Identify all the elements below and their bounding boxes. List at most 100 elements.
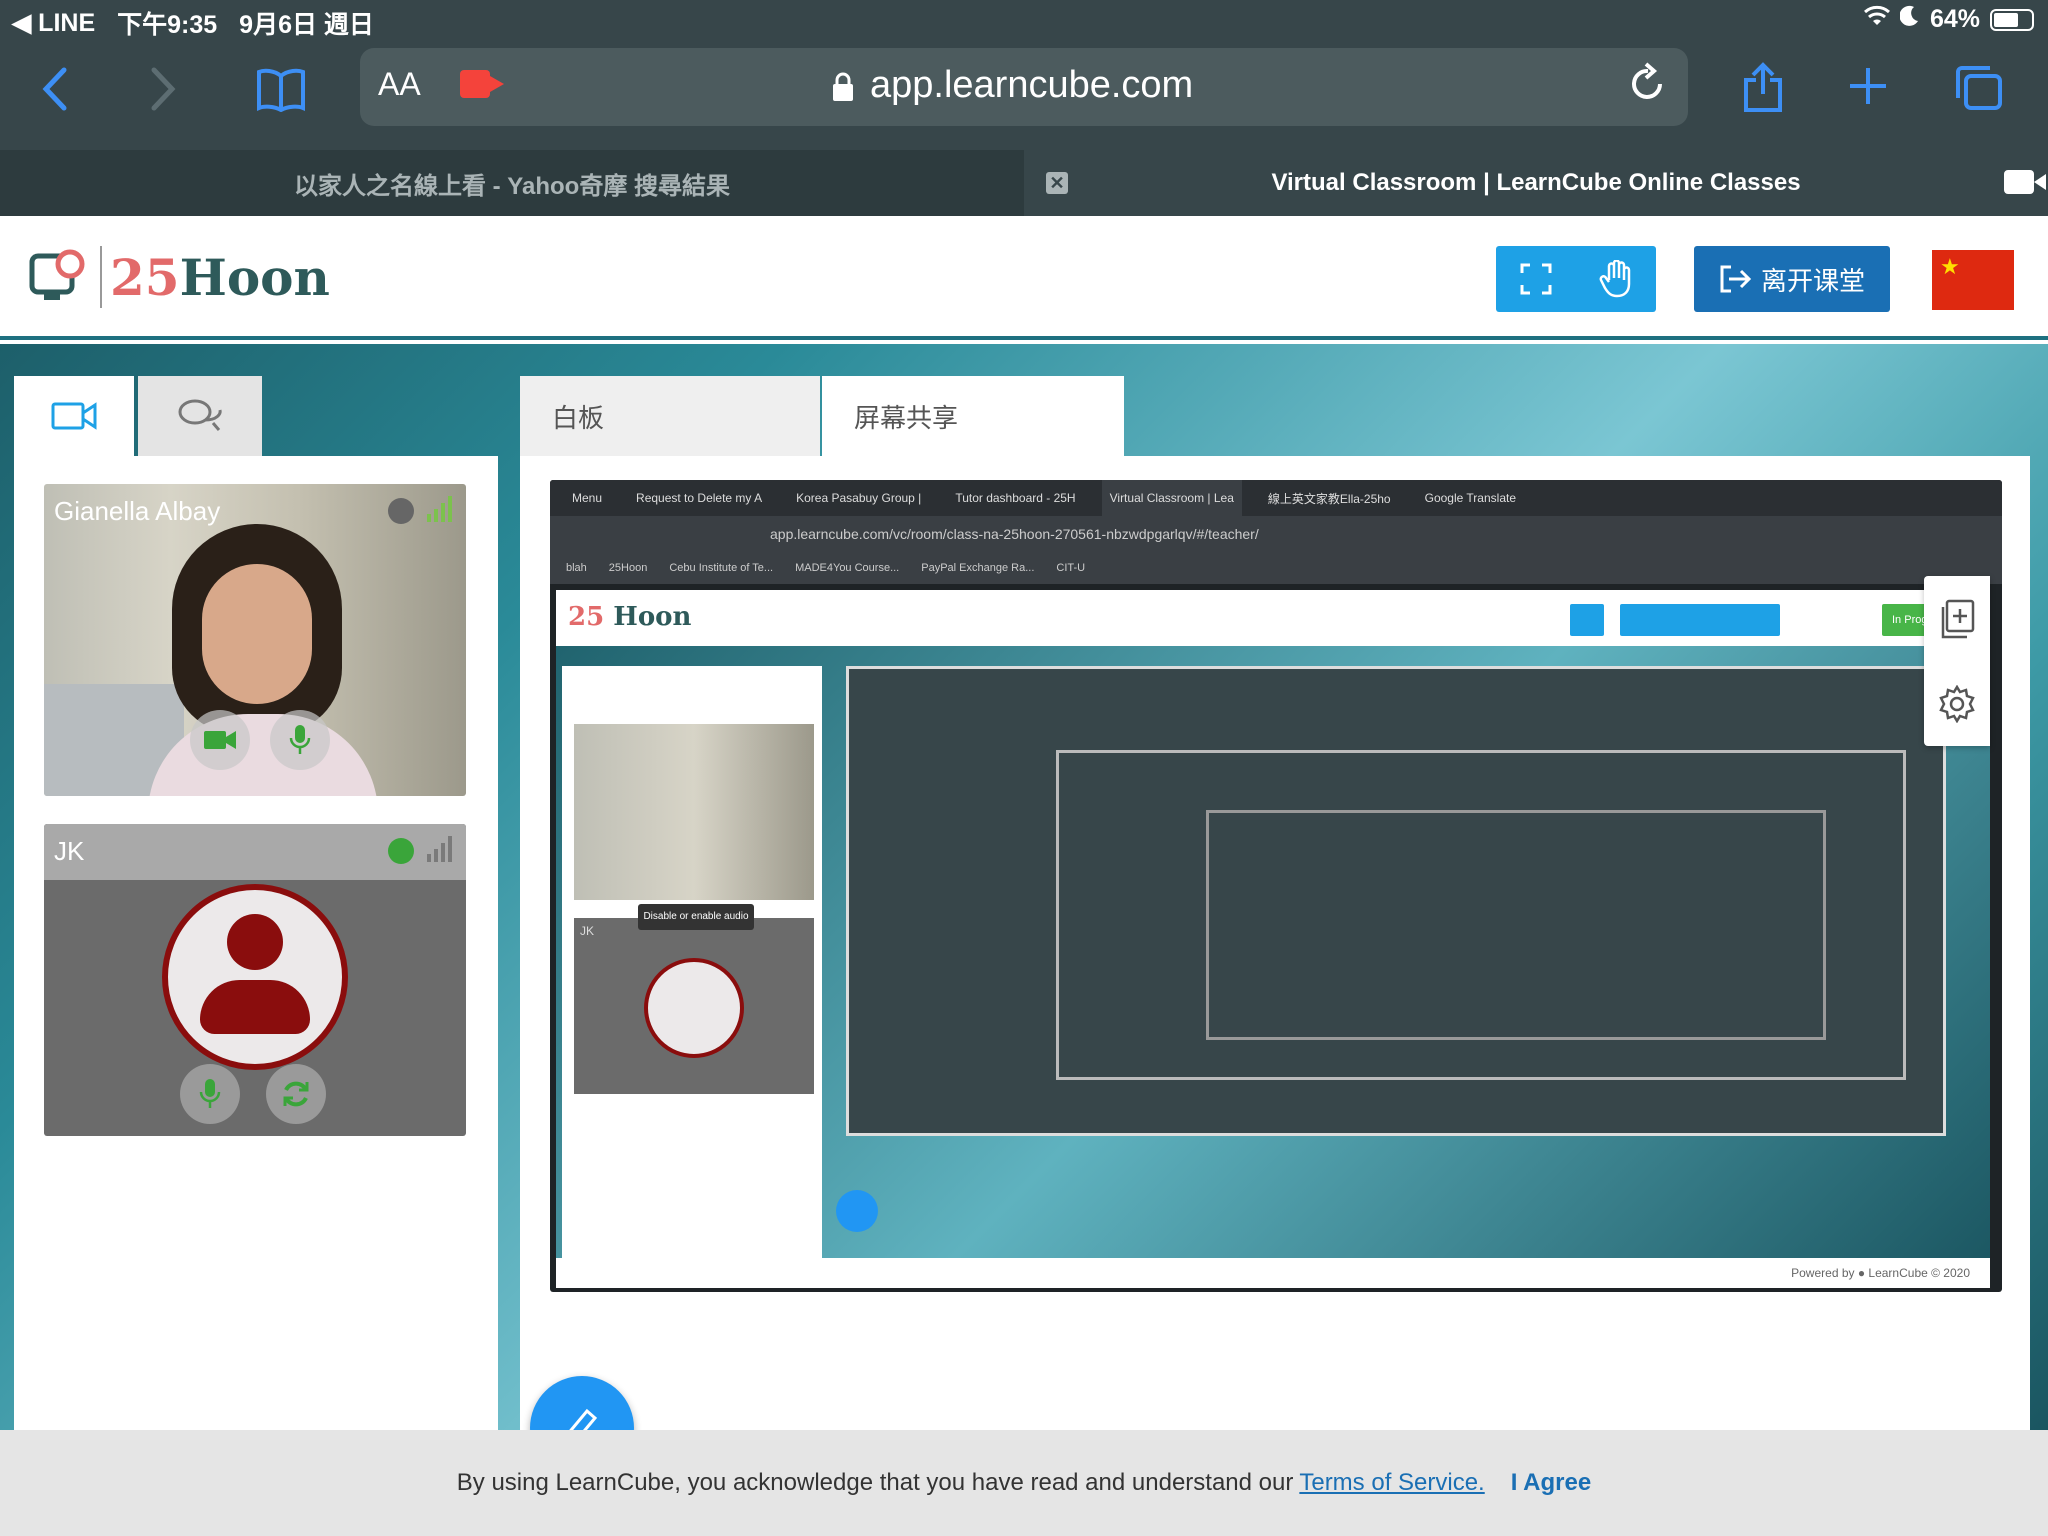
battery-percentage: 64%	[1929, 5, 1980, 33]
recursive-screen-share	[1206, 810, 1826, 1040]
shared-bookmark: PayPal Exchange Ra...	[921, 562, 1035, 574]
participant-status-dot	[388, 498, 414, 524]
toggle-audio-button[interactable]	[180, 1064, 240, 1124]
wifi-icon	[1863, 5, 1890, 34]
shared-footer	[556, 1258, 1990, 1288]
microphone-icon	[199, 1079, 221, 1108]
shared-bookmark: 25Hoon	[608, 562, 648, 574]
shared-participant-video	[574, 724, 814, 900]
screen-share-body: Menu Request to Delete my A Korea Pasabu…	[520, 456, 2030, 1480]
fullscreen-icon	[1520, 263, 1552, 295]
tab-video[interactable]	[14, 376, 134, 456]
toggle-video-button[interactable]	[190, 710, 250, 770]
shared-logo-word: Hoon	[613, 602, 692, 632]
shared-url: app.learncube.com/vc/room/class-na-25hoo…	[550, 516, 2002, 552]
participants-panel: Gianella Albay JK	[14, 376, 498, 1430]
chat-icon	[178, 399, 222, 431]
back-icon[interactable]	[40, 66, 70, 119]
recording-icon[interactable]	[460, 70, 504, 98]
leave-classroom-button[interactable]: 离开课堂	[1694, 246, 1890, 312]
participant-face	[202, 564, 312, 704]
add-document-icon	[1941, 599, 1975, 638]
shared-tab: 線上英文家教Ella-25ho	[1267, 491, 1391, 506]
text-size-button[interactable]: AA	[378, 66, 421, 103]
raise-hand-button[interactable]	[1576, 246, 1656, 312]
shared-bookmark: blah	[566, 562, 587, 574]
participant-status-dot	[388, 838, 414, 864]
shared-bookmark: Cebu Institute of Te...	[669, 562, 774, 574]
status-date: 9月6日 週日	[239, 11, 374, 39]
china-flag-icon: ★	[1940, 254, 1960, 279]
microphone-icon	[289, 725, 311, 754]
toggle-audio-button[interactable]	[270, 710, 330, 770]
shared-tooltip: Disable or enable audio	[638, 904, 754, 930]
participants-list: Gianella Albay JK	[14, 456, 498, 1430]
language-flag-button[interactable]: ★	[1932, 250, 2014, 310]
battery-fill	[1994, 12, 2018, 27]
side-toolbar	[1924, 576, 1990, 746]
status-bar: ◀ LINE 下午9:35 9月6日 週日 64%	[0, 0, 2048, 39]
shared-powered-by: Powered by ● LearnCube © 2020	[1791, 1266, 1970, 1280]
lock-icon	[832, 72, 854, 102]
participant-name: Gianella Albay	[54, 496, 221, 526]
logo: 25 Hoon	[28, 246, 330, 308]
bookmarks-icon[interactable]	[256, 68, 306, 119]
shared-tab: Virtual Classroom | Lea	[1101, 480, 1242, 516]
shared-tab: Korea Pasabuy Group |	[796, 491, 922, 505]
shared-button-group	[1620, 604, 1780, 636]
share-icon[interactable]	[1742, 62, 1784, 121]
signal-strength-icon	[427, 836, 452, 862]
shared-logo: 25 Hoon	[568, 602, 691, 632]
shared-header: 25 Hoon In Progress	[556, 590, 1990, 646]
browser-tab-learncube[interactable]: ✕ Virtual Classroom | LearnCube Online C…	[1024, 150, 2048, 216]
shared-bookmarks-bar: blah 25Hoon Cebu Institute of Te... MADE…	[550, 552, 2002, 584]
shared-button	[1570, 604, 1604, 636]
refresh-connection-button[interactable]	[266, 1064, 326, 1124]
tab-screen-share[interactable]: 屏幕共享	[822, 376, 1124, 456]
shared-bookmark: MADE4You Course...	[795, 562, 900, 574]
status-time: 下午9:35	[117, 11, 218, 39]
shared-participant-video: JK	[574, 918, 814, 1094]
back-to-app-link[interactable]: ◀ LINE	[12, 8, 95, 38]
shared-tab: Request to Delete my A	[636, 491, 763, 505]
participant-video-1: Gianella Albay	[44, 484, 466, 796]
participant-video-2: JK	[44, 824, 466, 1136]
shared-pen-icon	[836, 1190, 878, 1232]
shared-tab: Google Translate	[1424, 491, 1516, 505]
terms-of-service-link[interactable]: Terms of Service.	[1299, 1469, 1484, 1497]
new-tab-icon[interactable]	[1848, 66, 1888, 113]
shared-bookmark: CIT-U	[1056, 562, 1086, 574]
shared-screen: Menu Request to Delete my A Korea Pasabu…	[550, 480, 2002, 1292]
leave-classroom-label: 离开课堂	[1760, 265, 1865, 296]
classroom-area: Gianella Albay JK 白板 屏幕共享 Menu Request t…	[0, 344, 2048, 1480]
browser-tab-yahoo[interactable]: 以家人之名線上看 - Yahoo奇摩 搜尋結果	[0, 150, 1024, 216]
video-camera-icon	[51, 402, 97, 430]
signal-strength-icon	[427, 496, 452, 522]
fullscreen-button[interactable]	[1496, 246, 1576, 312]
battery-icon	[1990, 8, 2034, 31]
reload-icon[interactable]	[1630, 62, 1666, 112]
header-button-group	[1496, 246, 1656, 312]
tab-whiteboard[interactable]: 白板	[520, 376, 820, 456]
shared-logo-number: 25	[568, 602, 605, 632]
participant-name: JK	[54, 836, 85, 866]
address-bar[interactable]: AA app.learncube.com	[360, 48, 1688, 126]
forward-icon[interactable]	[148, 66, 178, 119]
browser-tab-strip: 以家人之名線上看 - Yahoo奇摩 搜尋結果 ✕ Virtual Classr…	[0, 150, 2048, 216]
close-tab-icon[interactable]: ✕	[1046, 172, 1068, 194]
tab-chat[interactable]	[138, 376, 262, 456]
app-header: 25 Hoon 离开课堂 ★	[0, 216, 2048, 340]
gear-icon	[1939, 684, 1975, 723]
exit-icon	[1720, 265, 1752, 293]
moon-icon	[1899, 5, 1920, 34]
tabs-icon[interactable]	[1954, 64, 2004, 119]
logo-icon	[29, 249, 85, 300]
i-agree-button[interactable]: I Agree	[1511, 1469, 1591, 1497]
browser-tab-title: Virtual Classroom | LearnCube Online Cla…	[1271, 169, 1801, 196]
terms-consent-bar: By using LearnCube, you acknowledge that…	[0, 1430, 2048, 1536]
shared-classroom: 25 Hoon In Progress JK Disable or enable…	[556, 590, 1990, 1288]
refresh-icon	[283, 1081, 309, 1107]
shared-tab: Tutor dashboard - 25H	[955, 491, 1076, 505]
add-document-button[interactable]	[1924, 576, 1990, 661]
settings-button[interactable]	[1924, 661, 1990, 746]
